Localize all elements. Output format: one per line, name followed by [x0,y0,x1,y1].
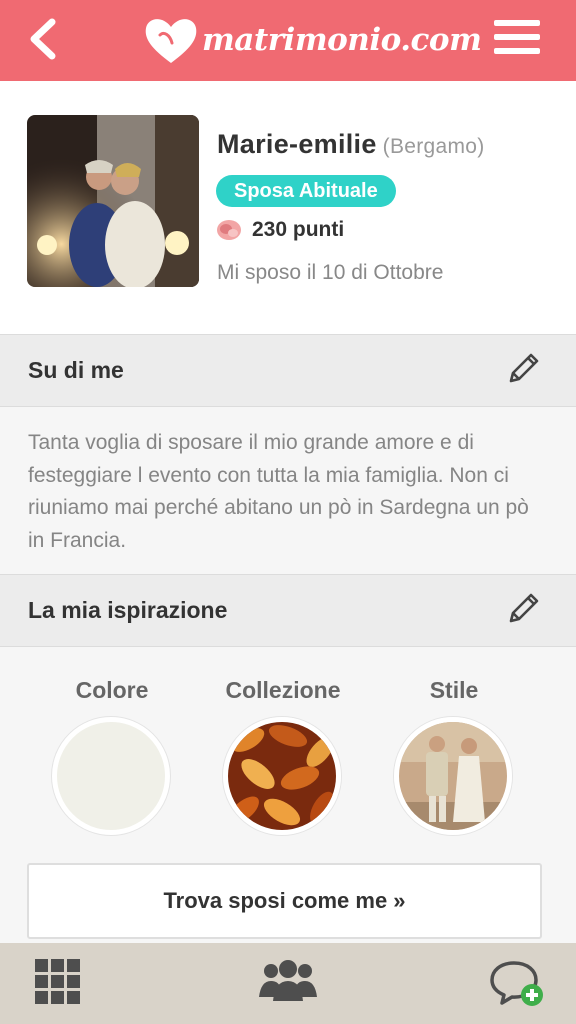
top-bar: matrimonio.com [0,0,576,81]
edit-inspiration-button[interactable] [505,591,541,627]
heart-logo-icon [145,19,197,63]
grid-icon [35,959,80,1004]
back-button[interactable] [22,16,68,62]
color-swatch[interactable] [52,717,170,835]
tab-grid[interactable] [35,959,83,1007]
menu-button[interactable] [494,20,540,58]
profile-city: (Bergamo) [382,135,485,158]
inspiration-item-style: Stile [389,677,519,704]
collection-image[interactable] [223,717,341,835]
pencil-icon [509,353,539,383]
people-icon [259,960,317,1001]
inspiration-item-color: Colore [47,677,177,704]
edit-about-button[interactable] [505,351,541,387]
avatar-photo [27,115,199,287]
inspiration-label: Colore [75,677,149,703]
about-title: Su di me [28,357,124,383]
profile-name-text: Marie-emilie [217,129,377,159]
chat-add-icon [490,961,543,1006]
inspiration-label: Collezione [225,677,341,703]
inspiration-panel: Colore Collezione Stile Trova sposi come… [0,647,576,947]
find-similar-couples-button[interactable]: Trova sposi come me » [27,863,542,939]
couple-style-photo [399,722,507,830]
profile-card: Marie-emilie (Bergamo) Sposa Abituale 230… [0,81,576,334]
wedding-date: Mi sposo il 10 di Ottobre [217,261,444,284]
pencil-icon [509,593,539,623]
about-text: Tanta voglia di sposare il mio grande am… [0,407,576,574]
tab-chat[interactable] [490,959,546,1007]
autumn-leaves-image [228,722,336,830]
inspiration-header: La mia ispirazione [0,574,576,647]
tab-community[interactable] [259,959,317,1007]
inspiration-label: Stile [429,677,479,703]
status-badge: Sposa Abituale [216,175,396,207]
inspiration-item-collection: Collezione [218,677,348,704]
avatar[interactable] [27,115,199,287]
about-header: Su di me [0,334,576,407]
logo[interactable]: matrimonio.com [142,12,482,68]
style-image[interactable] [394,717,512,835]
logo-text: matrimonio.com [202,22,482,58]
hamburger-icon [494,20,540,26]
points-value: 230 punti [252,218,345,241]
inspiration-title: La mia ispirazione [28,597,228,623]
bottom-tab-bar [0,943,576,1024]
points-row: 230 punti [216,218,344,242]
profile-name: Marie-emilie (Bergamo) [217,129,485,160]
chevron-left-icon [30,18,56,60]
app: matrimonio.com Marie-emilie (Bergamo) Sp… [0,0,576,1024]
points-icon [217,220,241,240]
